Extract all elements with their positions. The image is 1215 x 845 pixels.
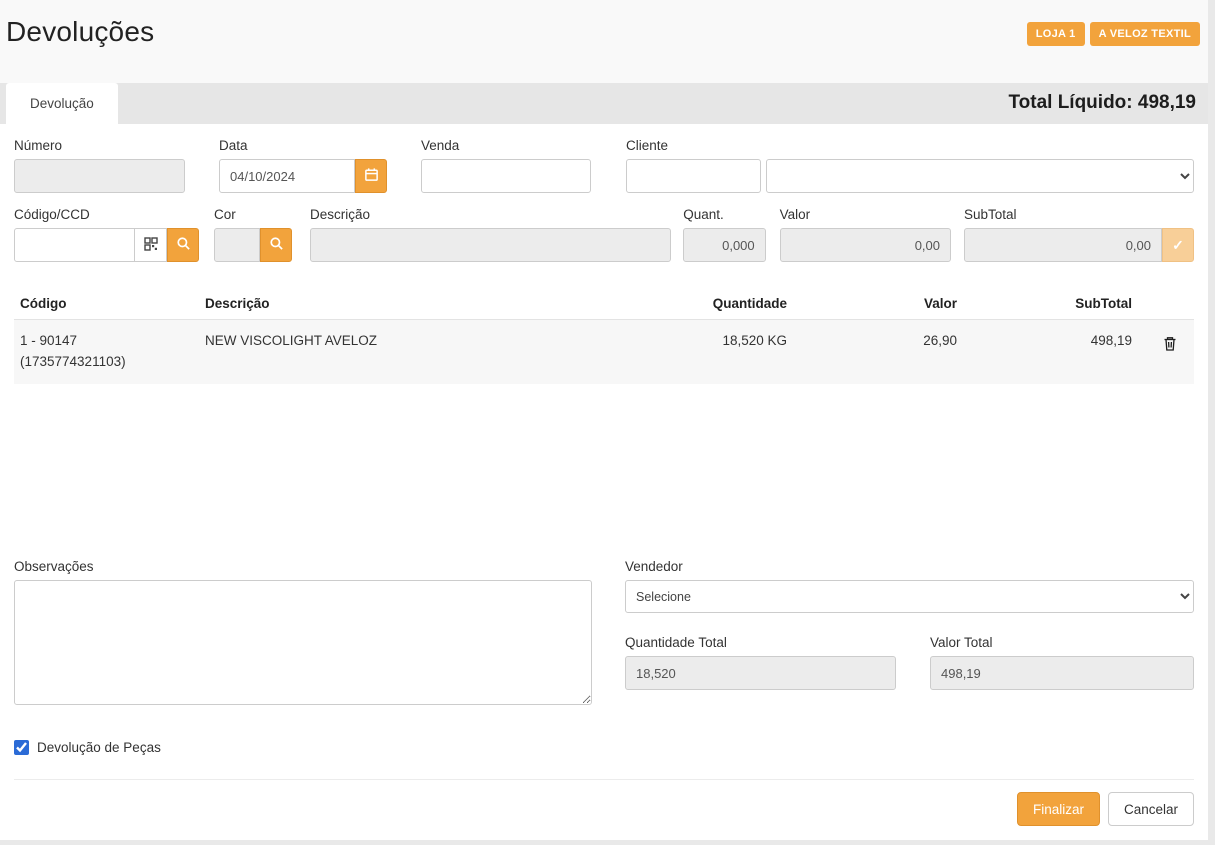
valor-total-label: Valor Total xyxy=(930,635,1194,650)
returns-page: Devoluções LOJA 1 A VELOZ TEXTIL Devoluç… xyxy=(0,0,1208,840)
devolucao-pecas-checkbox[interactable] xyxy=(14,740,29,755)
items-table: Código Descrição Quantidade Valor SubTot… xyxy=(14,288,1194,545)
barcode-icon xyxy=(144,237,158,254)
footer-actions: Finalizar Cancelar xyxy=(14,779,1194,826)
page-title: Devoluções xyxy=(6,16,154,48)
vendedor-label: Vendedor xyxy=(625,559,1194,574)
header-badges: LOJA 1 A VELOZ TEXTIL xyxy=(1027,16,1200,46)
store-badge[interactable]: LOJA 1 xyxy=(1027,22,1085,46)
total-liquido: Total Líquido: 498,19 xyxy=(1008,92,1208,124)
quant-input xyxy=(683,228,765,262)
subtotal-label: SubTotal xyxy=(964,207,1194,222)
descricao-label: Descrição xyxy=(310,207,671,222)
valor-input xyxy=(780,228,951,262)
form-row-1: Número Data xyxy=(14,138,1194,193)
cliente-select[interactable] xyxy=(766,159,1194,193)
tab-bar: Devolução Total Líquido: 498,19 xyxy=(0,83,1208,124)
codigo-search-button[interactable] xyxy=(167,228,199,262)
search-icon xyxy=(269,236,284,254)
finalizar-button[interactable]: Finalizar xyxy=(1017,792,1100,826)
delete-item-button[interactable] xyxy=(1160,333,1180,357)
descricao-input xyxy=(310,228,671,262)
cancelar-button[interactable]: Cancelar xyxy=(1108,792,1194,826)
item-subtotal-cell: 498,19 xyxy=(963,320,1138,384)
company-badge[interactable]: A VELOZ TEXTIL xyxy=(1090,22,1200,46)
data-label: Data xyxy=(219,138,387,153)
valor-label: Valor xyxy=(780,207,951,222)
quant-label: Quant. xyxy=(683,207,765,222)
calendar-icon xyxy=(364,167,379,185)
cliente-code-input[interactable] xyxy=(626,159,761,193)
item-codigo-cell: 1 - 90147 (1735774321103) xyxy=(14,320,199,384)
numero-input xyxy=(14,159,185,193)
check-icon: ✓ xyxy=(1172,237,1184,254)
cor-label: Cor xyxy=(214,207,292,222)
venda-input[interactable] xyxy=(421,159,591,193)
calendar-button[interactable] xyxy=(355,159,387,193)
devolucao-pecas-label: Devolução de Peças xyxy=(37,740,161,755)
quantidade-total-input xyxy=(625,656,896,690)
observacoes-textarea[interactable] xyxy=(14,580,592,705)
content-panel: Número Data xyxy=(0,124,1208,840)
col-header-codigo: Código xyxy=(14,288,199,320)
form-row-2: Código/CCD xyxy=(14,207,1194,262)
tab-devolucao[interactable]: Devolução xyxy=(6,83,118,124)
item-valor-cell: 26,90 xyxy=(793,320,963,384)
col-header-actions xyxy=(1138,288,1194,320)
codigo-ccd-input[interactable] xyxy=(14,228,135,262)
page-header: Devoluções LOJA 1 A VELOZ TEXTIL xyxy=(0,0,1208,83)
item-descricao-cell: NEW VISCOLIGHT AVELOZ xyxy=(199,320,633,384)
trash-icon xyxy=(1162,340,1178,355)
col-header-valor: Valor xyxy=(793,288,963,320)
search-icon xyxy=(176,236,191,254)
barcode-button[interactable] xyxy=(135,228,167,262)
subtotal-input xyxy=(964,228,1162,262)
valor-total-input xyxy=(930,656,1194,690)
item-quantidade-cell: 18,520 KG xyxy=(633,320,793,384)
codigo-ccd-label: Código/CCD xyxy=(14,207,198,222)
item-actions-cell xyxy=(1138,320,1194,384)
data-input[interactable] xyxy=(219,159,355,193)
col-header-subtotal: SubTotal xyxy=(963,288,1138,320)
devolucao-pecas-row: Devolução de Peças xyxy=(14,740,1194,755)
items-table-grid: Código Descrição Quantidade Valor SubTot… xyxy=(14,288,1194,384)
vendedor-select[interactable]: Selecione xyxy=(625,580,1194,613)
observacoes-label: Observações xyxy=(14,559,592,574)
numero-label: Número xyxy=(14,138,185,153)
col-header-descricao: Descrição xyxy=(199,288,633,320)
item-codigo-line2: (1735774321103) xyxy=(20,352,193,373)
confirm-item-button[interactable]: ✓ xyxy=(1162,228,1194,262)
cliente-label: Cliente xyxy=(626,138,1194,153)
cor-search-button[interactable] xyxy=(260,228,292,262)
col-header-quantidade: Quantidade xyxy=(633,288,793,320)
venda-label: Venda xyxy=(421,138,591,153)
bottom-section: Observações Vendedor Selecione Quantidad… xyxy=(14,559,1194,710)
quantidade-total-label: Quantidade Total xyxy=(625,635,896,650)
item-codigo-line1: 1 - 90147 xyxy=(20,331,193,352)
cor-input xyxy=(214,228,260,262)
